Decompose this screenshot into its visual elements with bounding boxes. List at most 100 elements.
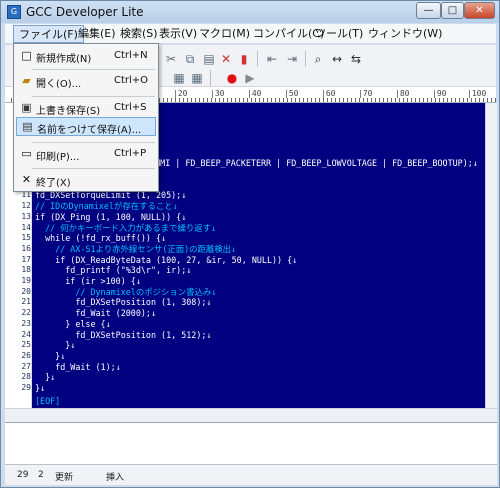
line-number: 28: [21, 372, 31, 382]
replace-icon[interactable]: ⇆: [347, 50, 365, 67]
exit-icon: ✕: [21, 173, 32, 186]
code-line[interactable]: fd_Wait (1);↓: [35, 362, 121, 373]
ruler-label: |80: [395, 89, 410, 98]
line-number: 12: [21, 201, 31, 211]
open-folder-icon: ▰: [22, 74, 31, 87]
title-bar[interactable]: G GCC Developer Lite — □ ✕: [1, 1, 499, 23]
ruler-label: |100: [467, 89, 487, 98]
line-number: 19: [21, 276, 31, 285]
find-icon[interactable]: ⌕: [309, 50, 327, 67]
line-number: 26: [21, 350, 31, 360]
ruler-label: |40: [247, 89, 262, 98]
line-number: 18: [21, 265, 31, 275]
line-number: 29: [21, 383, 31, 392]
line-number: 21: [21, 297, 31, 307]
paste-icon[interactable]: ▤: [200, 50, 218, 67]
toolbar-separator: [210, 70, 211, 86]
minimize-button[interactable]: —: [416, 2, 441, 19]
play-icon[interactable]: ▶: [241, 69, 259, 86]
code-line[interactable]: }↓: [35, 340, 75, 351]
menu-macro[interactable]: マクロ(M): [194, 25, 255, 43]
compile-run-icon[interactable]: ▦: [188, 69, 206, 86]
line-number: 17: [21, 254, 31, 264]
line-number: 22: [21, 308, 31, 318]
code-line[interactable]: // Dynamixelのポジション書込み↓: [35, 287, 216, 298]
menu-separator: [32, 142, 155, 143]
code-line[interactable]: fd_printf ("%3d\r", ir);↓: [35, 265, 191, 276]
status-line: 29: [17, 470, 29, 480]
code-line[interactable]: // 何かキーボード入力があるまで繰り返す↓: [35, 223, 216, 234]
code-line[interactable]: // IDのDynamixelが存在すること↓: [35, 201, 178, 212]
ruler-label: |70: [358, 89, 373, 98]
output-pane[interactable]: [5, 422, 497, 464]
menu-item-new[interactable]: □ 新規作成(N) Ctrl+N: [16, 47, 156, 66]
ruler-label: |90: [432, 89, 447, 98]
code-line[interactable]: if (DX_ReadByteData (100, 27, &ir, 50, N…: [35, 255, 297, 266]
new-file-icon: □: [21, 49, 32, 62]
save-as-icon: ▤: [22, 120, 33, 133]
menu-separator: [32, 168, 155, 169]
code-line[interactable]: while (!fd_rx_buff()) {↓: [35, 233, 166, 244]
record-icon[interactable]: ●: [223, 69, 241, 86]
menu-item-save[interactable]: ▣ 上書き保存(S) Ctrl+S: [16, 99, 156, 118]
vertical-scrollbar[interactable]: [485, 103, 497, 408]
menu-item-print[interactable]: ▭ 印刷(P)... Ctrl+P: [16, 145, 156, 164]
code-line[interactable]: fd_DXSetPosition (1, 308);↓: [35, 297, 211, 308]
status-insert-mode: 挿入: [106, 473, 125, 483]
toolbar-separator: [305, 51, 306, 67]
save-icon: ▣: [21, 101, 32, 114]
code-line[interactable]: }↓: [35, 351, 65, 362]
menu-item-open[interactable]: ▰ 開く(O)... Ctrl+O: [16, 72, 156, 91]
line-number: 27: [21, 361, 31, 371]
menu-item-exit[interactable]: ✕ 終了(X): [16, 171, 156, 190]
line-number: 20: [21, 286, 31, 296]
menu-tools[interactable]: ツール(T): [310, 25, 368, 43]
delete-icon[interactable]: ✕: [217, 50, 235, 67]
code-line[interactable]: EP_MMI | FD_BEEP_PACKETERR | FD_BEEP_LOW…: [140, 158, 478, 169]
print-icon: ▭: [21, 147, 32, 160]
ruler-label: |50: [284, 89, 299, 98]
cut-icon[interactable]: ✂: [162, 50, 180, 67]
status-bar: 29 2 更新 挿入: [5, 464, 497, 485]
file-menu-dropdown: □ 新規作成(N) Ctrl+N ▰ 開く(O)... Ctrl+O ▣ 上書き保存(S)…: [13, 43, 159, 192]
line-number: 25: [21, 340, 31, 350]
app-icon: G: [7, 5, 21, 19]
menu-separator: [32, 69, 155, 70]
code-line[interactable]: fd_DXSetPosition (1, 512);↓: [35, 330, 211, 341]
line-number: 24: [21, 329, 31, 339]
toolbar-separator: [257, 51, 258, 67]
line-number: 15: [21, 233, 31, 243]
copy-icon[interactable]: ⧉: [181, 50, 199, 67]
line-number: 23: [21, 318, 31, 328]
ruler-label: |60: [321, 89, 336, 98]
menu-separator: [32, 96, 155, 97]
code-line[interactable]: fd_Wait (2000);↓: [35, 308, 156, 319]
menu-item-save-as[interactable]: ▤ 名前をつけて保存(A)...: [16, 117, 156, 136]
status-column: 2: [38, 470, 44, 480]
ruler-label: |20: [173, 89, 188, 98]
find-next-icon[interactable]: ↔: [328, 50, 346, 67]
bookmark-icon[interactable]: ▮: [235, 50, 253, 67]
close-button[interactable]: ✕: [464, 2, 495, 19]
maximize-button[interactable]: □: [441, 2, 464, 19]
code-line[interactable]: } else {↓: [35, 319, 110, 330]
code-line[interactable]: if (DX_Ping (1, 100, NULL)) {↓: [35, 212, 186, 223]
horizontal-scrollbar[interactable]: [5, 408, 497, 422]
menu-edit[interactable]: 編集(E): [73, 25, 121, 43]
ruler-label: |30: [210, 89, 225, 98]
status-modified: 更新: [55, 473, 74, 483]
indent-left-icon[interactable]: ⇤: [263, 50, 281, 67]
window-title: GCC Developer Lite: [26, 5, 144, 19]
line-number: 13: [21, 211, 31, 221]
menu-bar: ファイル(F) 編集(E) 検索(S) 表示(V) マクロ(M) コンパイル(C…: [5, 24, 496, 44]
indent-right-icon[interactable]: ⇥: [283, 50, 301, 67]
line-number: 16: [21, 243, 31, 253]
code-line[interactable]: // AX-S1より赤外線センサ(正面)の距離検出↓: [35, 244, 236, 255]
code-line[interactable]: }↓: [35, 383, 45, 394]
compile-icon[interactable]: ▦: [170, 69, 188, 86]
code-line[interactable]: if (ir >100) {↓: [35, 276, 141, 287]
code-line[interactable]: [EOF]: [35, 396, 60, 407]
code-line[interactable]: }↓: [35, 372, 55, 383]
line-number: 14: [21, 222, 31, 232]
menu-window[interactable]: ウィンドウ(W): [363, 25, 447, 43]
